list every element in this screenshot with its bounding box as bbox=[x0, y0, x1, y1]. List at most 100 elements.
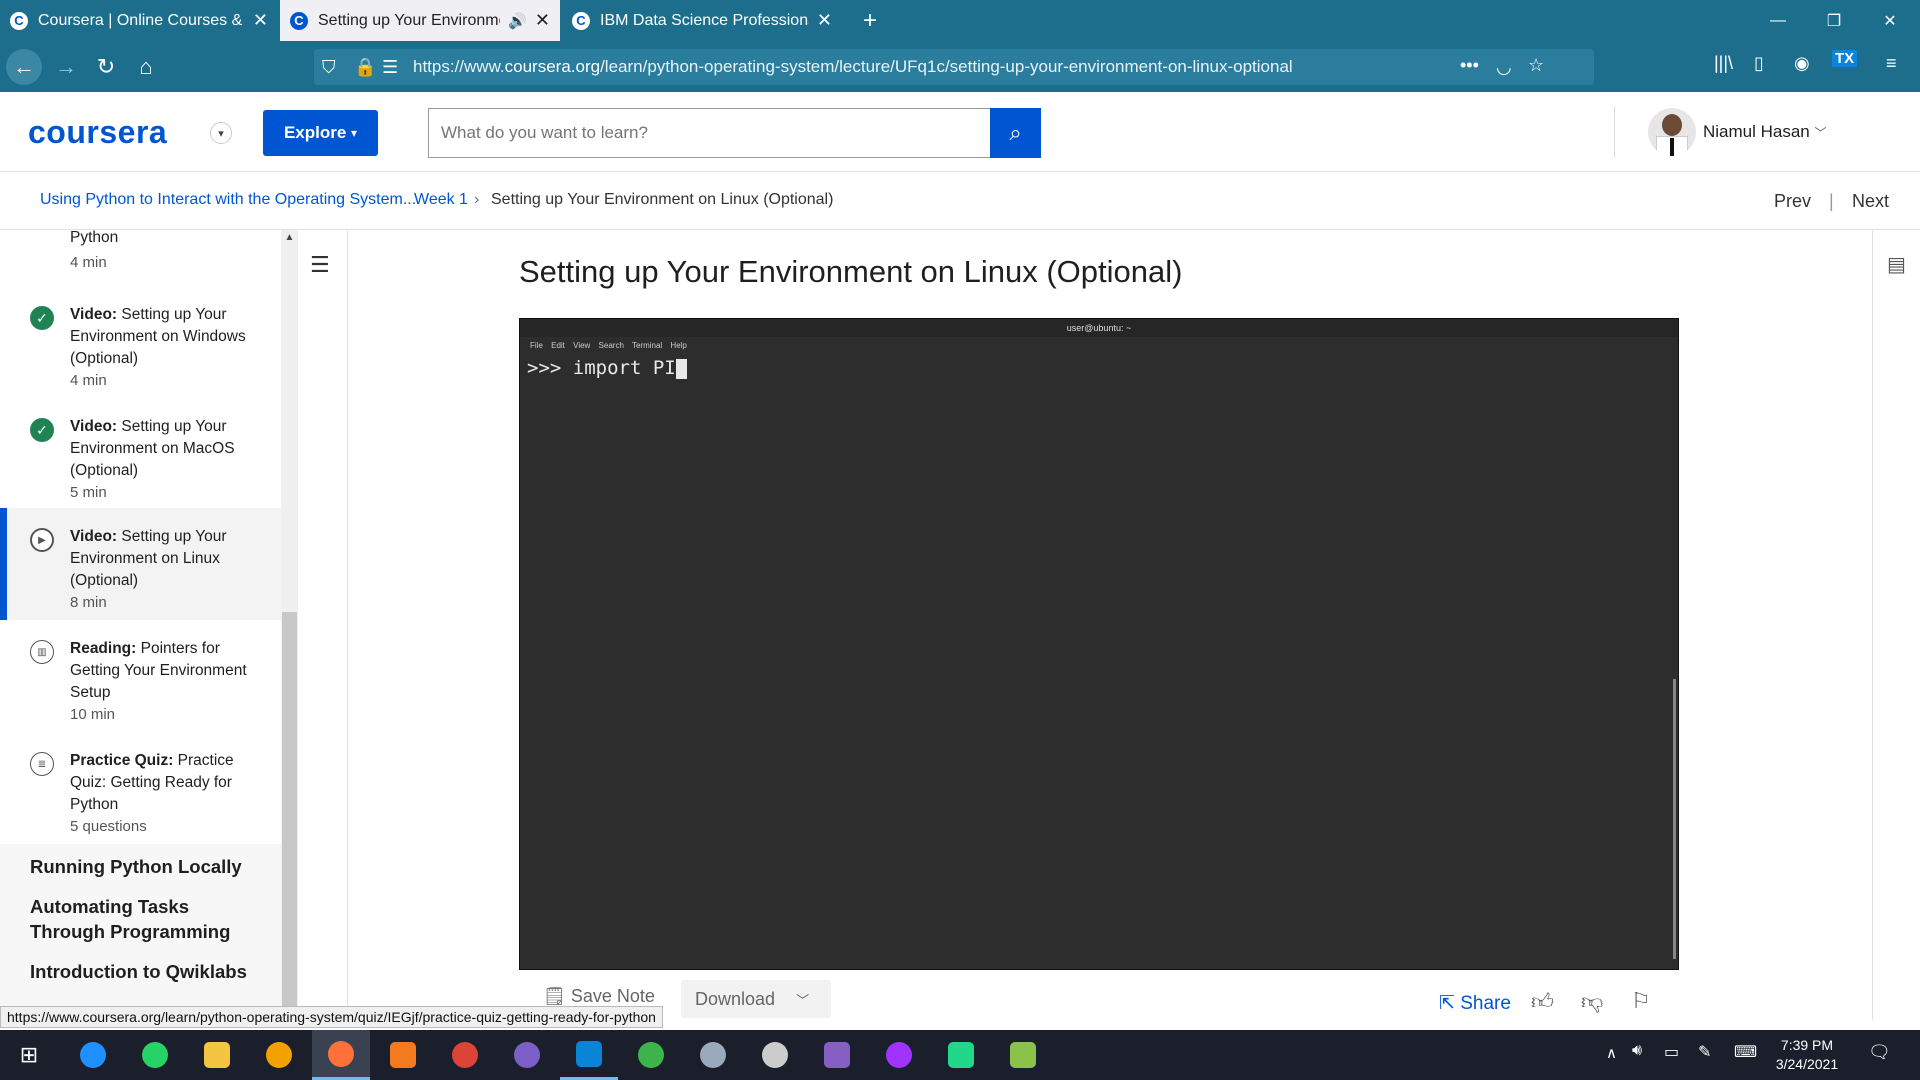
section-running-python-locally[interactable]: Running Python Locally bbox=[30, 854, 242, 879]
coursera-logo[interactable]: coursera bbox=[28, 114, 167, 151]
vscode-icon[interactable] bbox=[560, 1030, 618, 1080]
section-automating-tasks[interactable]: Automating Tasks Through Programming bbox=[30, 894, 250, 944]
app-icon-4[interactable] bbox=[250, 1030, 308, 1080]
chevron-down-icon: ﹀ bbox=[1814, 126, 1827, 140]
section-introduction-qwiklabs[interactable]: Introduction to Qwiklabs bbox=[30, 959, 247, 984]
coursera-favicon-icon: C bbox=[572, 11, 590, 30]
sidebar-toggle-icon[interactable]: ▯ bbox=[1754, 53, 1764, 74]
thumbs-down-icon[interactable]: 👎︎ bbox=[1581, 988, 1603, 1015]
url-text[interactable]: https://www.coursera.org/learn/python-op… bbox=[413, 49, 1293, 85]
item-kind: Video: bbox=[70, 528, 118, 545]
app-icon-1[interactable] bbox=[64, 1030, 122, 1080]
close-tab-icon[interactable]: ✕ bbox=[817, 10, 832, 31]
share-button[interactable]: ⇱ Share bbox=[1439, 992, 1511, 1015]
outline-list-icon[interactable]: ☰ bbox=[310, 252, 330, 278]
search-input[interactable] bbox=[428, 108, 991, 158]
chrome-icon[interactable] bbox=[436, 1030, 494, 1080]
flag-icon[interactable]: ⚐ bbox=[1631, 988, 1651, 1014]
chevron-up-icon[interactable]: ▲ bbox=[282, 232, 297, 248]
tx-extension-icon[interactable]: TX bbox=[1832, 50, 1858, 67]
new-tab-button[interactable]: + bbox=[848, 0, 892, 41]
close-tab-icon[interactable]: ✕ bbox=[253, 10, 268, 31]
tab-setting-up-environment[interactable]: C Setting up Your Environmen 🔊 ✕ bbox=[280, 0, 560, 41]
user-name[interactable]: Niamul Hasan ﹀ bbox=[1703, 122, 1827, 142]
home-icon[interactable]: ⌂ bbox=[128, 49, 164, 85]
notes-rail: ▤ bbox=[1872, 230, 1920, 1020]
item-kind: Reading: bbox=[70, 640, 137, 657]
speaker-icon[interactable]: 🔊 bbox=[508, 12, 527, 30]
forward-icon[interactable]: → bbox=[48, 49, 84, 85]
messenger-icon[interactable] bbox=[870, 1030, 928, 1080]
visual-studio-icon[interactable] bbox=[808, 1030, 866, 1080]
reading-book-icon: ▥ bbox=[30, 640, 54, 664]
breadcrumb-course[interactable]: Using Python to Interact with the Operat… bbox=[40, 191, 416, 209]
breadcrumb-current: Setting up Your Environment on Linux (Op… bbox=[491, 191, 834, 208]
save-note-button[interactable]: 🗒 Save Note bbox=[543, 986, 655, 1007]
thumbs-up-icon[interactable]: 👍︎ bbox=[1531, 988, 1554, 1015]
avatar[interactable] bbox=[1648, 108, 1696, 156]
page-actions-icon[interactable]: ••• bbox=[1460, 55, 1479, 76]
app-icon-12[interactable] bbox=[746, 1030, 804, 1080]
item-title: Video: Setting up Your Environment on Li… bbox=[70, 526, 250, 592]
list-item[interactable]: ✓ Video: Setting up Your Environment on … bbox=[0, 408, 280, 508]
video-player[interactable]: user@ubuntu: ~ File Edit View Search Ter… bbox=[519, 318, 1679, 970]
share-label: Share bbox=[1460, 993, 1511, 1014]
chevron-down-icon[interactable]: ▾ bbox=[210, 122, 232, 144]
address-bar[interactable]: ⛉ 🔒 ☰ https://www.coursera.org/learn/pyt… bbox=[314, 49, 1594, 85]
item-meta: 4 min bbox=[70, 372, 107, 389]
account-icon[interactable]: ◉ bbox=[1794, 53, 1810, 74]
list-item[interactable]: ≣ Practice Quiz: Practice Quiz: Getting … bbox=[0, 744, 280, 844]
windows-start-icon[interactable]: ⊞ bbox=[0, 1030, 58, 1080]
sidebar-scroll-thumb[interactable] bbox=[282, 612, 297, 1020]
completed-check-icon: ✓ bbox=[30, 306, 54, 330]
url-domain: coursera.org bbox=[504, 57, 601, 76]
list-item[interactable]: ▥ Reading: Pointers for Getting Your Env… bbox=[0, 632, 280, 732]
tab-ibm-data-science[interactable]: C IBM Data Science Professional ✕ bbox=[562, 0, 842, 41]
reload-icon[interactable]: ↻ bbox=[88, 49, 124, 85]
item-meta: 5 questions bbox=[70, 818, 147, 835]
transcript-icon[interactable]: ▤ bbox=[1887, 252, 1906, 277]
notification-icon[interactable]: 🗨 bbox=[1868, 1042, 1891, 1063]
app-icon-16[interactable] bbox=[994, 1030, 1052, 1080]
quiz-list-icon: ≣ bbox=[30, 752, 54, 776]
item-meta: 5 min bbox=[70, 484, 107, 501]
library-icon[interactable]: |||\ bbox=[1714, 53, 1733, 74]
file-explorer-icon[interactable] bbox=[188, 1030, 246, 1080]
chevron-up-icon[interactable]: ∧ bbox=[1606, 1044, 1617, 1062]
back-icon[interactable]: ← bbox=[6, 49, 42, 85]
lock-icon[interactable]: 🔒 bbox=[354, 57, 376, 78]
breadcrumb-week[interactable]: Week 1 bbox=[414, 191, 468, 209]
permissions-icon[interactable]: ☰ bbox=[382, 57, 398, 78]
pen-icon[interactable]: ✎ bbox=[1698, 1042, 1711, 1062]
pycharm-icon[interactable] bbox=[932, 1030, 990, 1080]
minimize-window-icon[interactable]: — bbox=[1750, 0, 1806, 41]
list-item[interactable]: Python 4 min bbox=[0, 230, 280, 278]
volume-icon[interactable]: 🔊︎ bbox=[1632, 1042, 1642, 1060]
list-item-active[interactable]: ▶ Video: Setting up Your Environment on … bbox=[0, 508, 281, 620]
download-dropdown[interactable]: Download ﹀ bbox=[681, 980, 831, 1018]
firefox-icon[interactable] bbox=[312, 1030, 370, 1080]
bookmark-star-icon[interactable]: ☆ bbox=[1528, 55, 1544, 76]
app-icon-10[interactable] bbox=[622, 1030, 680, 1080]
app-icon-11[interactable] bbox=[684, 1030, 742, 1080]
prev-button[interactable]: Prev bbox=[1774, 191, 1811, 212]
whatsapp-icon[interactable] bbox=[126, 1030, 184, 1080]
search-button[interactable]: ⌕ bbox=[990, 108, 1041, 158]
tab-coursera-home[interactable]: C Coursera | Online Courses & Cr ✕ bbox=[0, 0, 278, 41]
close-window-icon[interactable]: ✕ bbox=[1862, 0, 1918, 41]
app-icon-6[interactable] bbox=[374, 1030, 432, 1080]
pocket-icon[interactable]: ◡ bbox=[1496, 57, 1512, 78]
menu-icon[interactable]: ≡ bbox=[1886, 53, 1897, 74]
next-button[interactable]: Next bbox=[1852, 191, 1889, 212]
taskbar-clock[interactable]: 7:39 PM 3/24/2021 bbox=[1752, 1036, 1862, 1074]
list-item[interactable]: ✓ Video: Setting up Your Environment on … bbox=[0, 296, 280, 396]
restore-window-icon[interactable]: ❐ bbox=[1806, 0, 1862, 41]
close-tab-icon[interactable]: ✕ bbox=[535, 10, 550, 31]
terminal-scrollbar bbox=[1673, 679, 1676, 959]
outline-rail: ☰ bbox=[298, 230, 348, 1020]
shield-icon[interactable]: ⛉ bbox=[322, 57, 336, 78]
github-icon[interactable] bbox=[498, 1030, 556, 1080]
item-title: Video: Setting up Your Environment on Ma… bbox=[70, 416, 250, 482]
network-icon[interactable]: ▭ bbox=[1664, 1042, 1679, 1062]
explore-button[interactable]: Explore ▾ bbox=[263, 110, 378, 156]
